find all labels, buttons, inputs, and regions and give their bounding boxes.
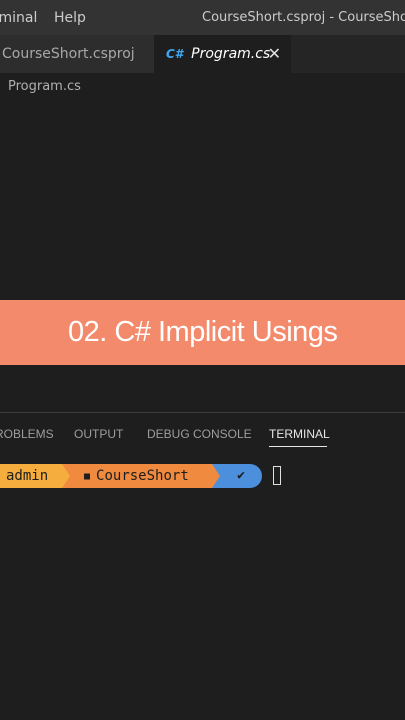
close-icon[interactable]: ✕ (268, 35, 281, 73)
prompt-user: admin (6, 468, 49, 484)
title-bar: rminal Help CourseShort.csproj - CourseS… (0, 0, 405, 35)
folder-icon: ■ (84, 471, 91, 482)
panel-divider (0, 412, 405, 413)
prompt-user-segment: admin (0, 464, 62, 488)
prompt-path-arrow (212, 464, 220, 488)
menu-help[interactable]: Help (54, 10, 86, 26)
prompt-path: CourseShort (96, 468, 189, 484)
tab-label: CourseShort.csproj (2, 46, 135, 62)
prompt-user-arrow (62, 464, 70, 488)
active-tab-indicator (269, 446, 327, 447)
tab-debug-console[interactable]: DEBUG CONSOLE (147, 427, 252, 441)
tab-terminal[interactable]: TERMINAL (269, 427, 330, 441)
editor-tab-bar: CourseShort.csproj C# Program.cs ✕ (0, 35, 405, 73)
tab-program-cs[interactable]: C# Program.cs ✕ (154, 35, 291, 73)
title-banner: 02. C# Implicit Usings (0, 300, 405, 365)
tab-csproj[interactable]: CourseShort.csproj (0, 35, 154, 73)
tab-output[interactable]: OUTPUT (74, 427, 123, 441)
menu-terminal[interactable]: rminal (0, 10, 37, 26)
banner-title: 02. C# Implicit Usings (68, 316, 338, 348)
check-icon: ✔ (237, 468, 245, 483)
prompt-path-segment: ■ CourseShort (70, 464, 212, 488)
breadcrumb[interactable]: Program.cs (8, 79, 81, 94)
tab-problems[interactable]: ROBLEMS (0, 427, 54, 441)
terminal-prompt: admin ■ CourseShort ✔ (0, 464, 405, 488)
tab-label: Program.cs (191, 46, 271, 62)
csharp-file-icon: C# (166, 47, 184, 61)
terminal-cursor[interactable] (273, 466, 281, 485)
prompt-status-segment: ✔ (220, 464, 262, 488)
window-title: CourseShort.csproj - CourseShort - (202, 10, 405, 25)
